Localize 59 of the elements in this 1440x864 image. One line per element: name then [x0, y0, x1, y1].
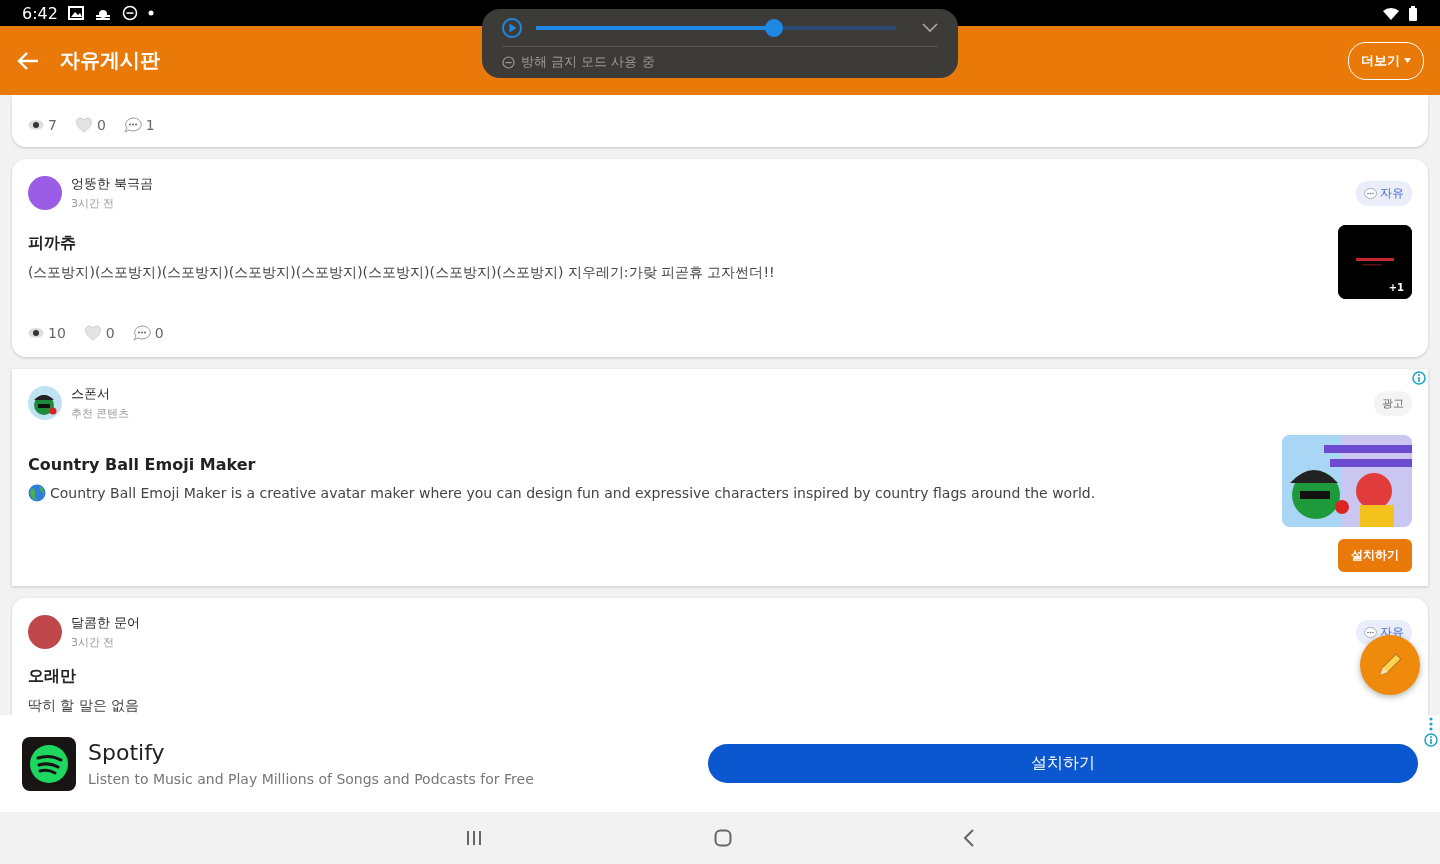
- comment-icon: [1364, 187, 1377, 199]
- post-card[interactable]: 엉뚱한 북극곰 3시간 전 자유 피까츄 (스포방지)(스포방지)(스포방지)(스포방지)(스포방지)(스포방지)(스포방지)(스포방지) 지우레기:가랒 피곧휴 고자썬더!! +1 10 0 0: [12, 159, 1428, 357]
- eye-icon: [28, 119, 44, 131]
- view-count: 7: [48, 117, 57, 133]
- chevron-down-icon[interactable]: [922, 22, 938, 33]
- recent-apps-icon[interactable]: [465, 830, 484, 846]
- comment-icon: [132, 325, 151, 341]
- home-icon[interactable]: [714, 829, 732, 847]
- image-count: +1: [1388, 282, 1404, 293]
- like-count: 0: [96, 117, 106, 133]
- ad-label: 광고: [1374, 390, 1412, 416]
- author-name: 달콤한 문어: [71, 614, 141, 632]
- sponsor-subtitle: 추천 콘텐츠: [71, 406, 130, 421]
- comment-count: 0: [154, 325, 164, 341]
- back-arrow-icon[interactable]: [16, 50, 40, 71]
- do-not-disturb-icon: [121, 5, 138, 21]
- post-title: 오래만: [28, 666, 77, 687]
- ad-card[interactable]: 스폰서 추천 콘텐츠 광고 Country Ball Emoji Maker Country Ball Emoji Maker is a creative avatar maker where you can design fun and expressive characters inspired by country flags around the world. 설치하기: [12, 369, 1428, 586]
- post-card[interactable]: 7 0 1: [12, 95, 1428, 147]
- info-icon[interactable]: [1412, 371, 1426, 385]
- ad-title: Country Ball Emoji Maker: [28, 455, 257, 474]
- post-text: (스포방지)(스포방지)(스포방지)(스포방지)(스포방지)(스포방지)(스포방지)(스포방지) 지우레기:가랒 피곧휴 고자썬더!!: [28, 264, 776, 282]
- play-icon[interactable]: [502, 17, 522, 38]
- page-title: 자유게시판: [60, 47, 160, 74]
- comment-icon: [123, 117, 142, 133]
- image-icon: [67, 6, 84, 20]
- banner-ad[interactable]: Spotify Listen to Music and Play Millions of Songs and Podcasts for Free 설치하기: [0, 715, 1440, 812]
- post-title: 피까츄: [28, 233, 77, 254]
- logo-icon: [29, 743, 69, 784]
- dot-icon: [147, 10, 154, 16]
- view-count: 10: [48, 325, 66, 341]
- ad-text: Country Ball Emoji Maker is a creative avatar maker where you can design fun and expressive characters inspired by country flags around the world.: [50, 485, 1096, 501]
- category-tag[interactable]: 자유: [1356, 180, 1412, 206]
- wifi-icon: [1382, 6, 1400, 20]
- heart-icon: [83, 325, 102, 341]
- heart-icon: [74, 117, 93, 133]
- do-not-disturb-icon: [502, 55, 515, 69]
- status-time: 6:42: [22, 3, 58, 23]
- notice-text: 방해 금지 모드 사용 중: [521, 53, 655, 71]
- eye-icon: [28, 327, 44, 339]
- caret-icon: [1404, 58, 1411, 63]
- globe-icon: [28, 484, 46, 502]
- app-name: Spotify: [88, 740, 166, 765]
- post-time: 3시간 전: [71, 196, 116, 211]
- post-text: 딱히 할 말은 없음: [28, 697, 141, 715]
- app-description: Listen to Music and Play Millions of Songs and Podcasts for Free: [88, 771, 534, 787]
- pencil-icon: [1376, 651, 1404, 679]
- sponsor-name: 스폰서: [71, 385, 111, 403]
- slider-thumb[interactable]: [764, 18, 783, 37]
- comment-count: 1: [145, 117, 155, 133]
- back-icon[interactable]: [962, 829, 975, 847]
- install-button[interactable]: 설치하기: [708, 744, 1418, 783]
- like-count: 0: [105, 325, 115, 341]
- info-icon[interactable]: [1424, 733, 1438, 747]
- comment-icon: [1364, 626, 1377, 638]
- post-time: 3시간 전: [71, 635, 116, 650]
- battery-icon: [1408, 5, 1418, 21]
- more-options-icon[interactable]: [1429, 717, 1433, 731]
- author-name: 엉뚱한 북극곰: [71, 175, 154, 193]
